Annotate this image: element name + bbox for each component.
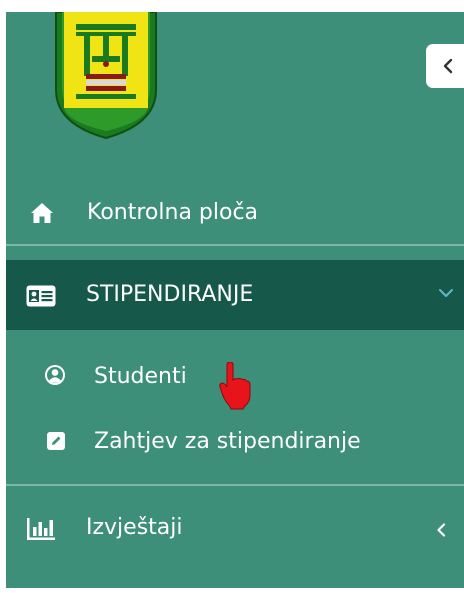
sidebar-subitem-label: Zahtjev za stipendiranje [94, 429, 361, 454]
chevron-down-icon [439, 289, 453, 297]
id-card-icon [26, 285, 56, 307]
edit-icon [47, 432, 65, 450]
sidebar-item-label: Izvještaji [86, 515, 183, 540]
coat-of-arms-logo [55, 12, 157, 140]
divider [6, 244, 464, 246]
divider [6, 484, 464, 486]
sidebar-subitem-students[interactable]: Studenti [6, 352, 464, 404]
home-icon [30, 202, 54, 224]
user-circle-icon [44, 364, 66, 386]
sidebar-item-izvjestaji[interactable]: Izvještaji [6, 500, 464, 560]
sidebar-item-label: STIPENDIRANJE [86, 282, 254, 307]
screen: Kontrolna ploča STIPENDIRANJE Studenti Z… [0, 0, 464, 593]
sidebar-item-stipendiranje[interactable]: STIPENDIRANJE [6, 260, 464, 330]
sidebar-subitem-zahtjev[interactable]: Zahtjev za stipendiranje [6, 417, 464, 469]
bar-chart-icon [26, 517, 56, 541]
sidebar-collapse-button[interactable] [426, 44, 464, 88]
sidebar: Kontrolna ploča STIPENDIRANJE Studenti Z… [6, 12, 464, 588]
sidebar-item-dashboard[interactable]: Kontrolna ploča [6, 180, 464, 246]
chevron-left-icon [443, 58, 453, 74]
sidebar-item-label: Kontrolna ploča [87, 200, 259, 225]
chevron-left-icon [437, 523, 446, 537]
sidebar-subitem-label: Studenti [94, 364, 187, 389]
